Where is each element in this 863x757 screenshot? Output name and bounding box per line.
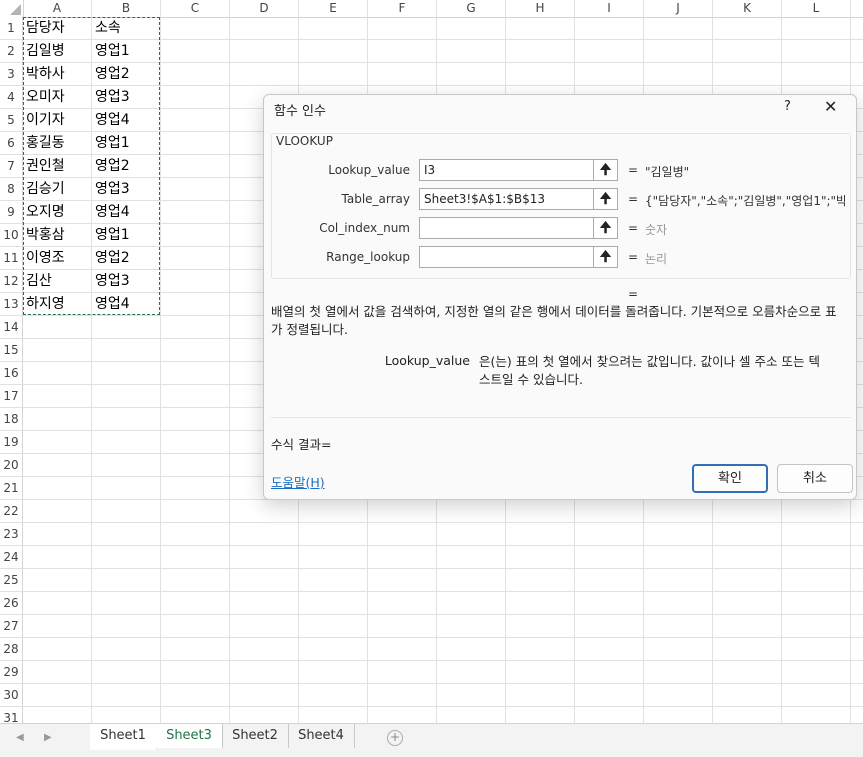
column-header-l[interactable]: L (782, 0, 851, 17)
help-icon[interactable]: ? (784, 99, 791, 114)
copy-selection-marquee (23, 17, 160, 315)
sheet-tab-sheet4[interactable]: Sheet4 (288, 724, 355, 748)
argument-description-label: Lookup_value (384, 353, 470, 368)
row-header-30[interactable]: 30 (0, 684, 23, 707)
row-header-8[interactable]: 8 (0, 178, 23, 201)
row-header-17[interactable]: 17 (0, 385, 23, 408)
lookup-value-label: Lookup_value (328, 163, 410, 177)
row-header-16[interactable]: 16 (0, 362, 23, 385)
row-header-26[interactable]: 26 (0, 592, 23, 615)
select-all-icon (10, 4, 21, 15)
formula-result: 수식 결과= (271, 437, 332, 452)
column-header-f[interactable]: F (368, 0, 437, 17)
collapse-dialog-icon[interactable]: 🠉 (594, 159, 618, 181)
row-header-12[interactable]: 12 (0, 270, 23, 293)
row-header-25[interactable]: 25 (0, 569, 23, 592)
overall-result-equals: = (628, 287, 639, 301)
table-array-result: {"담당자","소속";"김일병","영업1";"박ㅎ (645, 194, 845, 208)
range-lookup-label: Range_lookup (326, 250, 410, 264)
close-icon[interactable]: ✕ (824, 97, 837, 116)
scroll-tabs-left-icon[interactable]: ◀ (16, 732, 24, 743)
column-header-j[interactable]: J (644, 0, 713, 17)
column-header-e[interactable]: E (299, 0, 368, 17)
row-header-29[interactable]: 29 (0, 661, 23, 684)
column-header-h[interactable]: H (506, 0, 575, 17)
row-header-11[interactable]: 11 (0, 247, 23, 270)
col-index-num-result: 숫자 (645, 223, 668, 237)
collapse-dialog-icon[interactable]: 🠉 (594, 217, 618, 239)
lookup-value-result: "김일병" (645, 165, 690, 179)
table-array-equals: = (628, 192, 639, 206)
function-description: 배열의 첫 열에서 값을 검색하여, 지정한 열의 같은 행에서 데이터를 돌려… (271, 304, 837, 337)
row-header-1[interactable]: 1 (0, 17, 23, 40)
row-header-28[interactable]: 28 (0, 638, 23, 661)
column-header-i[interactable]: I (575, 0, 644, 17)
sheet-tab-sheet3[interactable]: Sheet3 (156, 724, 223, 748)
row-header-20[interactable]: 20 (0, 454, 23, 477)
row-header-15[interactable]: 15 (0, 339, 23, 362)
row-header-24[interactable]: 24 (0, 546, 23, 569)
col-index-num-input[interactable] (419, 217, 594, 239)
column-header-c[interactable]: C (161, 0, 230, 17)
collapse-dialog-icon[interactable]: 🠉 (594, 246, 618, 268)
row-header-9[interactable]: 9 (0, 201, 23, 224)
add-sheet-icon[interactable]: + (387, 730, 403, 746)
col-index-num-label: Col_index_num (319, 221, 410, 235)
column-header-k[interactable]: K (713, 0, 782, 17)
row-header-6[interactable]: 6 (0, 132, 23, 155)
range-lookup-result: 논리 (645, 252, 668, 266)
range-lookup-equals: = (628, 250, 639, 264)
column-header-a[interactable]: A (23, 0, 92, 17)
function-arguments-dialog: 함수 인수 ? ✕ VLOOKUP Lookup_value I3 🠉 = "김일병" T… (263, 94, 857, 500)
row-header-23[interactable]: 23 (0, 523, 23, 546)
column-header-b[interactable]: B (92, 0, 161, 17)
row-header-5[interactable]: 5 (0, 109, 23, 132)
row-header-18[interactable]: 18 (0, 408, 23, 431)
row-header-19[interactable]: 19 (0, 431, 23, 454)
cancel-button[interactable]: 취소 (777, 464, 853, 493)
lookup-value-equals: = (628, 163, 639, 177)
table-array-input[interactable]: Sheet3!$A$1:$B$13 (419, 188, 594, 210)
divider (271, 417, 851, 418)
ok-button[interactable]: 확인 (692, 464, 768, 493)
help-link[interactable]: 도움말(H) (271, 472, 325, 491)
sheet-tab-sheet1[interactable]: Sheet1 (90, 724, 157, 750)
table-array-label: Table_array (341, 192, 411, 206)
row-header-10[interactable]: 10 (0, 224, 23, 247)
row-header-21[interactable]: 21 (0, 477, 23, 500)
row-header-14[interactable]: 14 (0, 316, 23, 339)
function-name: VLOOKUP (276, 134, 333, 148)
scroll-tabs-right-icon[interactable]: ▶ (44, 732, 52, 743)
row-header-2[interactable]: 2 (0, 40, 23, 63)
collapse-dialog-icon[interactable]: 🠉 (594, 188, 618, 210)
row-header-13[interactable]: 13 (0, 293, 23, 316)
argument-description: 은(는) 표의 첫 열에서 찾으려는 값입니다. 값이나 셀 주소 또는 텍스트… (479, 354, 820, 387)
row-header-3[interactable]: 3 (0, 63, 23, 86)
select-all-corner[interactable] (0, 0, 24, 17)
column-header-d[interactable]: D (230, 0, 299, 17)
row-header-22[interactable]: 22 (0, 500, 23, 523)
range-lookup-input[interactable] (419, 246, 594, 268)
dialog-title: 함수 인수 (274, 104, 326, 119)
row-header-27[interactable]: 27 (0, 615, 23, 638)
sheet-tab-sheet2[interactable]: Sheet2 (222, 724, 289, 748)
lookup-value-input[interactable]: I3 (419, 159, 594, 181)
row-header-7[interactable]: 7 (0, 155, 23, 178)
row-header-4[interactable]: 4 (0, 86, 23, 109)
sheet-tab-bar: ◀ ▶ Sheet1 Sheet3 Sheet2 Sheet4 + (0, 723, 863, 757)
col-index-num-equals: = (628, 221, 639, 235)
column-header-g[interactable]: G (437, 0, 506, 17)
